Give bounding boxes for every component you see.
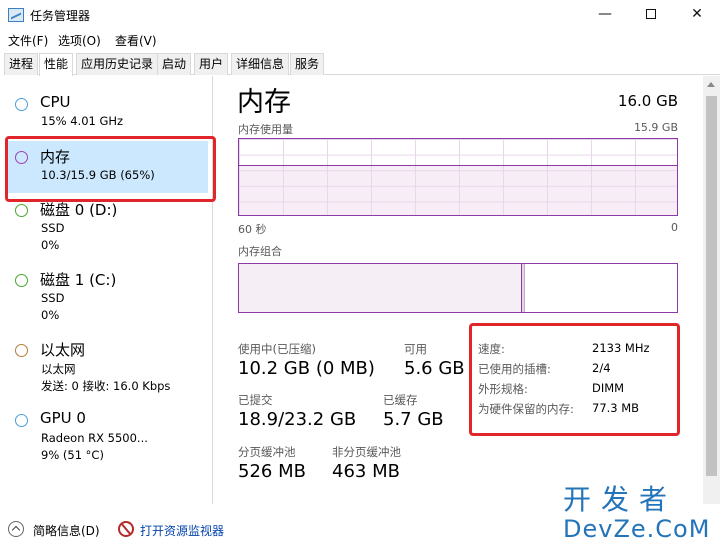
menu-options[interactable]: 选项(O): [58, 32, 101, 49]
graph-time-left: 60 秒: [238, 223, 267, 236]
watermark: 开发者 DevZe.CoM: [563, 483, 713, 544]
cpu-circle-icon: [15, 98, 28, 111]
paged-pool-label: 分页缓冲池: [238, 445, 296, 459]
sidebar-item-sub: 以太网: [41, 362, 76, 376]
memory-total: 16.0 GB: [617, 92, 678, 110]
usage-graph-max: 15.9 GB: [633, 121, 678, 134]
scroll-thumb[interactable]: [706, 96, 717, 476]
usage-line: [239, 165, 677, 166]
sidebar-item-disk-1[interactable]: 磁盘 1 (C:) SSD 0%: [8, 269, 208, 325]
ethernet-circle-icon: [15, 344, 28, 357]
sidebar-item-sub: SSD: [41, 291, 65, 305]
disk1-circle-icon: [15, 274, 28, 287]
nonpaged-pool-value: 463 MB: [332, 461, 400, 482]
tab-processes[interactable]: 进程: [4, 53, 39, 75]
title-bar: 任务管理器 — ✕: [0, 0, 720, 30]
window-title: 任务管理器: [30, 9, 91, 23]
menu-view[interactable]: 查看(V): [115, 32, 157, 49]
graph-grid: [239, 139, 677, 215]
sidebar-item-sub: Radeon RX 5500...: [41, 431, 148, 445]
maximize-icon: [646, 9, 656, 19]
sidebar-item-sub: 发送: 0 接收: 16.0 Kbps: [41, 379, 171, 393]
sidebar-item-title: 磁盘 0 (D:): [40, 201, 118, 219]
resource-monitor-icon: [118, 521, 134, 537]
paged-pool-value: 526 MB: [238, 461, 306, 482]
sidebar-item-sub: 9% (51 °C): [41, 448, 104, 462]
tab-app-history[interactable]: 应用历史记录: [76, 53, 159, 75]
in-use-value: 10.2 GB (0 MB): [238, 358, 375, 379]
page-title: 内存: [237, 87, 291, 118]
committed-value: 18.9/23.2 GB: [238, 409, 357, 430]
sidebar-item-title: 磁盘 1 (C:): [40, 271, 117, 289]
sidebar-item-title: CPU: [40, 93, 71, 111]
composition-graph-label: 内存组合: [238, 245, 282, 258]
tab-performance[interactable]: 性能: [39, 53, 74, 76]
tab-users[interactable]: 用户: [194, 53, 229, 75]
scrollbar[interactable]: [703, 76, 720, 504]
tab-details[interactable]: 详细信息: [231, 53, 290, 75]
menu-bar: 文件(F) 选项(O) 查看(V): [0, 30, 720, 50]
maximize-button[interactable]: [628, 0, 674, 30]
composition-in-use: [239, 264, 522, 312]
sidebar-item-cpu[interactable]: CPU 15% 4.01 GHz: [8, 90, 208, 130]
disk0-circle-icon: [15, 204, 28, 217]
open-resource-monitor-link[interactable]: 打开资源监视器: [140, 522, 224, 539]
cached-label: 已缓存: [383, 393, 418, 407]
fewer-details-link[interactable]: 简略信息(D): [33, 522, 100, 539]
sidebar-item-ethernet[interactable]: 以太网 以太网 发送: 0 接收: 16.0 Kbps: [8, 339, 208, 395]
chevron-up-icon[interactable]: [8, 521, 24, 537]
memory-highlight-annotation: [5, 136, 216, 202]
sidebar-item-title: 以太网: [40, 341, 86, 359]
scroll-up-icon[interactable]: [707, 82, 715, 87]
sidebar-item-sub: 15% 4.01 GHz: [41, 114, 124, 128]
tab-services[interactable]: 服务: [290, 53, 325, 75]
watermark-line2: DevZe.CoM: [563, 515, 711, 543]
gpu-circle-icon: [15, 414, 28, 427]
composition-modified: [522, 264, 525, 312]
close-button[interactable]: ✕: [674, 0, 720, 30]
usage-graph-label: 内存使用量: [238, 123, 293, 136]
sidebar-item-sub: 0%: [41, 238, 60, 252]
menu-file[interactable]: 文件(F): [8, 32, 48, 49]
tab-bar: 进程 性能 应用历史记录 启动 用户 详细信息 服务: [4, 53, 720, 76]
properties-highlight-annotation: [469, 323, 680, 436]
cached-value: 5.7 GB: [383, 409, 444, 430]
sidebar-item-sub: 0%: [41, 308, 60, 322]
sidebar-item-sub: SSD: [41, 221, 65, 235]
sidebar-item-disk-0[interactable]: 磁盘 0 (D:) SSD 0%: [8, 199, 208, 255]
memory-composition-graph[interactable]: [238, 263, 678, 313]
tab-startup[interactable]: 启动: [157, 53, 192, 75]
available-label: 可用: [404, 342, 427, 356]
task-manager-icon: [8, 8, 24, 22]
graph-time-right: 0: [671, 221, 678, 234]
nonpaged-pool-label: 非分页缓冲池: [332, 445, 401, 459]
watermark-line1: 开发者: [563, 483, 678, 516]
minimize-button[interactable]: —: [582, 0, 628, 30]
sidebar-item-title: GPU 0: [40, 409, 86, 427]
committed-label: 已提交: [238, 393, 273, 407]
available-value: 5.6 GB: [404, 358, 465, 379]
sidebar-item-gpu[interactable]: GPU 0 Radeon RX 5500... 9% (51 °C): [8, 409, 208, 465]
in-use-label: 使用中(已压缩): [238, 342, 316, 356]
memory-usage-graph: [238, 138, 678, 216]
